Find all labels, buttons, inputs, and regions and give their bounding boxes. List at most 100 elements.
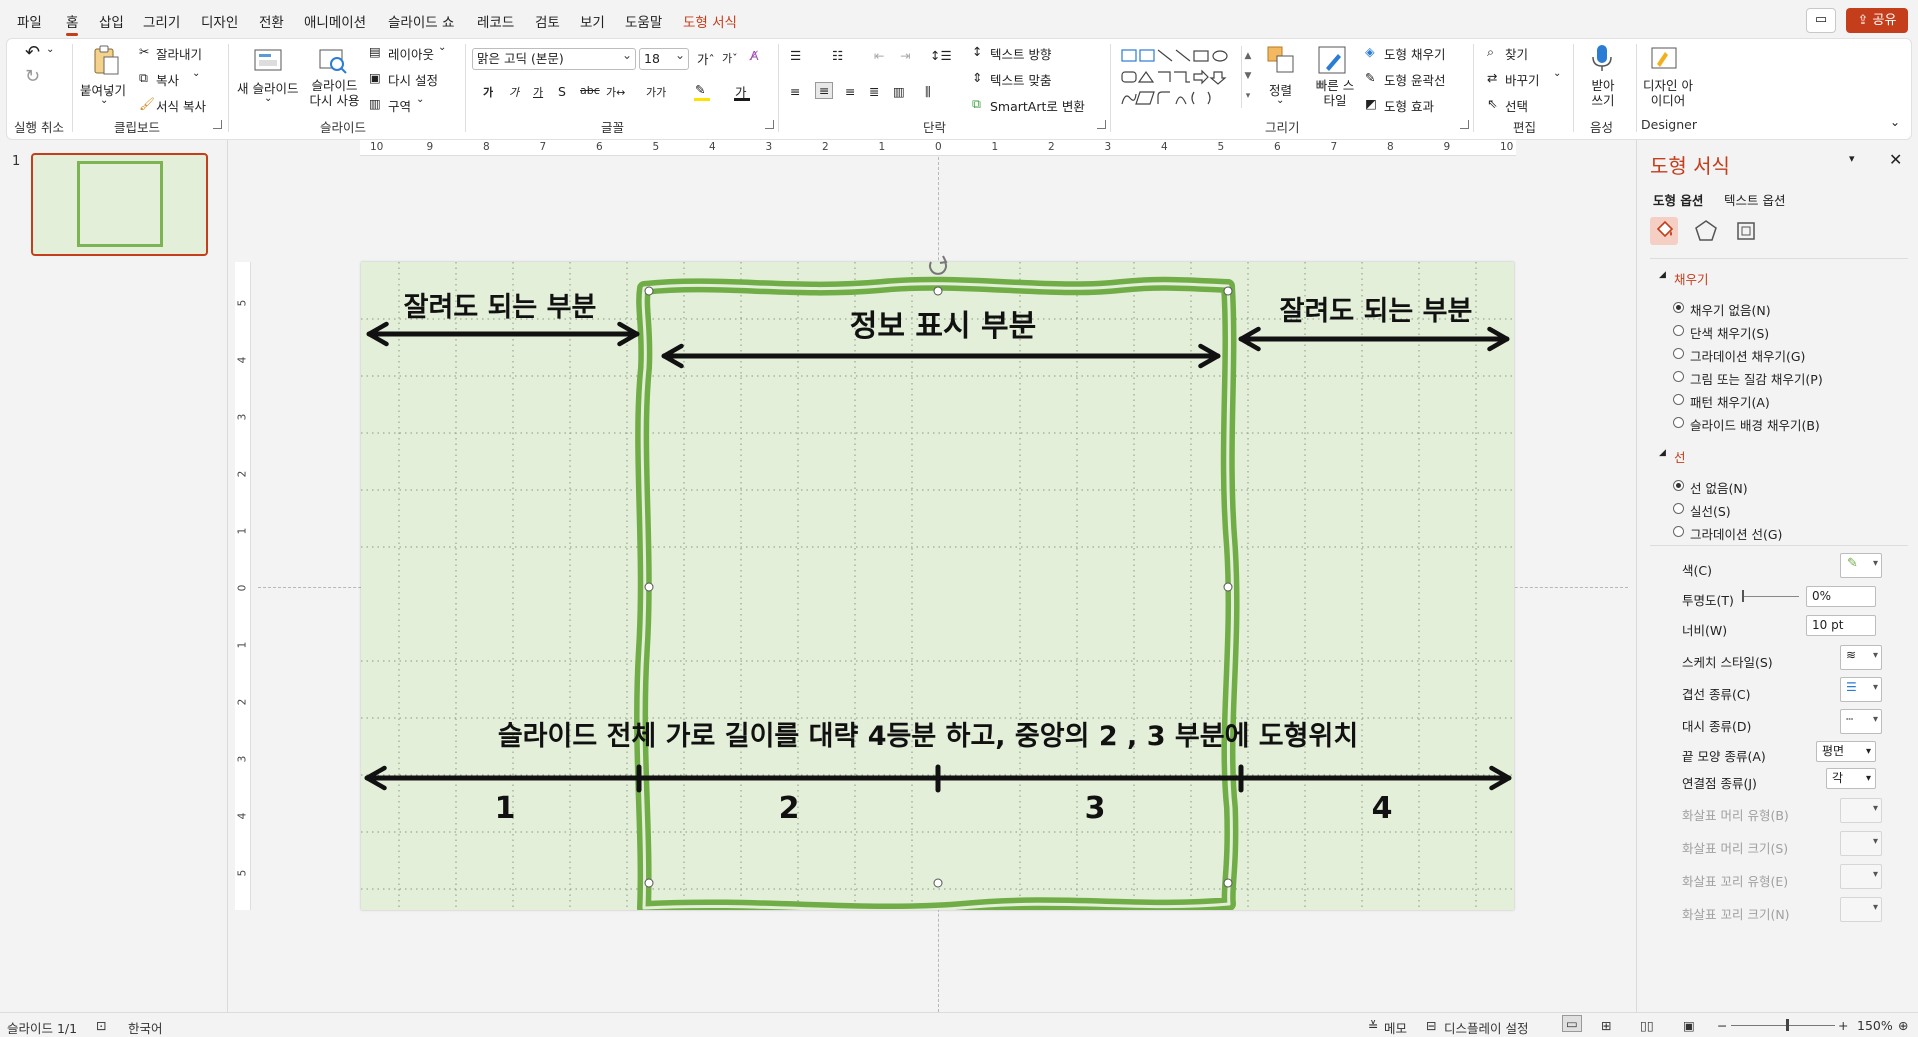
- font-name-combo[interactable]: 맑은 고딕 (본문): [472, 48, 636, 70]
- decrease-indent-icon[interactable]: ⇤: [874, 48, 884, 63]
- clipboard-launcher-icon[interactable]: [213, 120, 222, 129]
- transparency-slider[interactable]: [1743, 596, 1799, 597]
- align-right-icon[interactable]: ≡: [845, 84, 855, 99]
- line-collapse-icon[interactable]: ◢: [1659, 448, 1666, 458]
- arrange-dropdown-icon[interactable]: ⌄: [1276, 95, 1284, 106]
- normal-view-icon[interactable]: ▭: [1562, 1015, 1582, 1032]
- cut-button[interactable]: 잘라내기: [156, 44, 202, 63]
- shape-effects-icon[interactable]: ◩: [1365, 96, 1377, 111]
- menu-help[interactable]: 도움말: [625, 11, 662, 31]
- redo-icon[interactable]: ↻: [25, 66, 40, 87]
- frame-shape[interactable]: [634, 276, 1240, 910]
- menu-home[interactable]: 홈: [66, 11, 79, 36]
- clear-format-icon[interactable]: A̸: [750, 48, 759, 63]
- smartart-icon[interactable]: ⧉: [972, 96, 981, 112]
- section-button[interactable]: 구역: [388, 96, 411, 115]
- slide-sorter-icon[interactable]: ⊞: [1601, 1018, 1611, 1033]
- align-left-icon[interactable]: ≡: [790, 84, 800, 99]
- sketch-style-dropdown[interactable]: ≋: [1840, 645, 1882, 670]
- drawing-launcher-icon[interactable]: [1460, 120, 1469, 129]
- close-pane-icon[interactable]: ✕: [1889, 150, 1902, 169]
- line-section-header[interactable]: 선: [1674, 447, 1686, 466]
- distributed-icon[interactable]: ▥: [893, 84, 905, 99]
- selection-handles[interactable]: [644, 286, 1233, 888]
- color-picker[interactable]: ✎: [1840, 553, 1882, 578]
- tab-text-options[interactable]: 텍스트 옵션: [1724, 190, 1785, 209]
- undo-dropdown-icon[interactable]: ⌄: [46, 44, 54, 55]
- accessibility-icon[interactable]: ⊡: [96, 1018, 106, 1033]
- section-dropdown-icon[interactable]: ⌄: [416, 94, 424, 105]
- shape-fill-button[interactable]: 도형 채우기: [1384, 44, 1445, 63]
- line-spacing-icon[interactable]: ↕☰: [930, 48, 952, 63]
- line-option-label[interactable]: 그라데이션 선(G): [1690, 524, 1782, 543]
- zoom-slider[interactable]: [1731, 1025, 1835, 1026]
- justify-icon[interactable]: ≣: [869, 84, 879, 99]
- menu-draw[interactable]: 그리기: [143, 11, 180, 31]
- cut-icon[interactable]: ✂: [139, 44, 149, 59]
- collapse-ribbon-icon[interactable]: ⌄: [1890, 115, 1900, 129]
- copy-button[interactable]: 복사: [156, 70, 179, 89]
- change-case-icon[interactable]: 가가: [646, 84, 666, 100]
- menu-design[interactable]: 디자인: [201, 11, 238, 31]
- slideshow-view-icon[interactable]: ▣: [1683, 1018, 1695, 1033]
- reading-view-icon[interactable]: ▯▯: [1640, 1018, 1654, 1033]
- zoom-slider-thumb[interactable]: [1786, 1019, 1789, 1031]
- undo-icon[interactable]: ↶: [25, 42, 40, 63]
- fit-to-window-icon[interactable]: ⊕: [1898, 1018, 1908, 1033]
- transparency-slider-thumb[interactable]: [1742, 590, 1744, 602]
- menu-transitions[interactable]: 전환: [259, 11, 284, 31]
- font-launcher-icon[interactable]: [765, 120, 774, 129]
- paragraph-launcher-icon[interactable]: [1097, 120, 1106, 129]
- language-status[interactable]: 한국어: [128, 1018, 163, 1037]
- fill-option-radio[interactable]: [1673, 325, 1684, 336]
- fill-option-label[interactable]: 채우기 없음(N): [1690, 300, 1771, 319]
- fill-section-header[interactable]: 채우기: [1674, 269, 1709, 288]
- zoom-in-icon[interactable]: +: [1838, 1018, 1848, 1033]
- quick-styles-button[interactable]: 빠른 스타일: [1315, 78, 1355, 108]
- paste-dropdown-icon[interactable]: ⌄: [100, 95, 108, 106]
- bold-icon[interactable]: 가: [483, 84, 493, 100]
- menu-file[interactable]: 파일: [17, 11, 42, 31]
- section-icon[interactable]: ▥: [369, 96, 381, 111]
- quick-styles-icon[interactable]: [1316, 44, 1348, 76]
- format-painter-button[interactable]: 서식 복사: [156, 96, 206, 115]
- menu-view[interactable]: 보기: [580, 11, 605, 31]
- menu-slideshow[interactable]: 슬라이드 쇼: [388, 11, 454, 31]
- smartart-button[interactable]: SmartArt로 변환: [990, 96, 1085, 115]
- italic-icon[interactable]: 가: [509, 84, 519, 100]
- format-painter-icon[interactable]: 🖌: [139, 96, 155, 112]
- fill-option-radio[interactable]: [1673, 394, 1684, 405]
- menu-insert[interactable]: 삽입: [99, 11, 124, 31]
- shape-outline-button[interactable]: 도형 윤곽선: [1384, 70, 1445, 89]
- select-button[interactable]: 선택: [1505, 96, 1528, 115]
- fill-option-label[interactable]: 패턴 채우기(A): [1690, 392, 1770, 411]
- fill-option-radio[interactable]: [1673, 348, 1684, 359]
- fill-option-label[interactable]: 그라데이션 채우기(G): [1690, 346, 1805, 365]
- new-slide-icon[interactable]: [252, 44, 284, 76]
- columns-icon[interactable]: ⫼: [925, 84, 931, 100]
- menu-record[interactable]: 레코드: [477, 11, 514, 31]
- reuse-slides-button[interactable]: 슬라이드 다시 사용: [307, 78, 362, 108]
- rotate-handle-icon[interactable]: [929, 255, 948, 275]
- compound-type-dropdown[interactable]: ☰: [1840, 677, 1882, 702]
- layout-icon[interactable]: ▤: [369, 44, 381, 59]
- layout-dropdown-icon[interactable]: ⌄: [438, 42, 446, 53]
- menu-animations[interactable]: 애니메이션: [304, 11, 366, 31]
- fill-option-radio[interactable]: [1673, 302, 1684, 313]
- shapes-gallery[interactable]: [1120, 46, 1258, 108]
- shrink-font-icon[interactable]: 가ˇ: [722, 50, 738, 66]
- align-text-icon[interactable]: ⇕: [972, 70, 982, 85]
- notes-icon[interactable]: ≚: [1368, 1018, 1378, 1033]
- bullets-icon[interactable]: ☰: [790, 48, 801, 63]
- fill-collapse-icon[interactable]: ◢: [1659, 270, 1666, 280]
- join-type-dropdown[interactable]: 각 ▾: [1826, 768, 1876, 789]
- zoom-level[interactable]: 150%: [1857, 1018, 1893, 1033]
- design-ideas-icon[interactable]: [1648, 42, 1680, 74]
- menu-review[interactable]: 검토: [535, 11, 560, 31]
- highlight-icon[interactable]: ✎: [695, 82, 705, 97]
- text-direction-button[interactable]: 텍스트 방향: [990, 44, 1051, 63]
- find-icon[interactable]: ⌕: [1487, 44, 1494, 60]
- text-direction-icon[interactable]: ↕: [972, 44, 982, 59]
- dictate-button[interactable]: 받아 쓰기: [1586, 78, 1620, 108]
- strikethrough-icon[interactable]: abc: [580, 84, 600, 97]
